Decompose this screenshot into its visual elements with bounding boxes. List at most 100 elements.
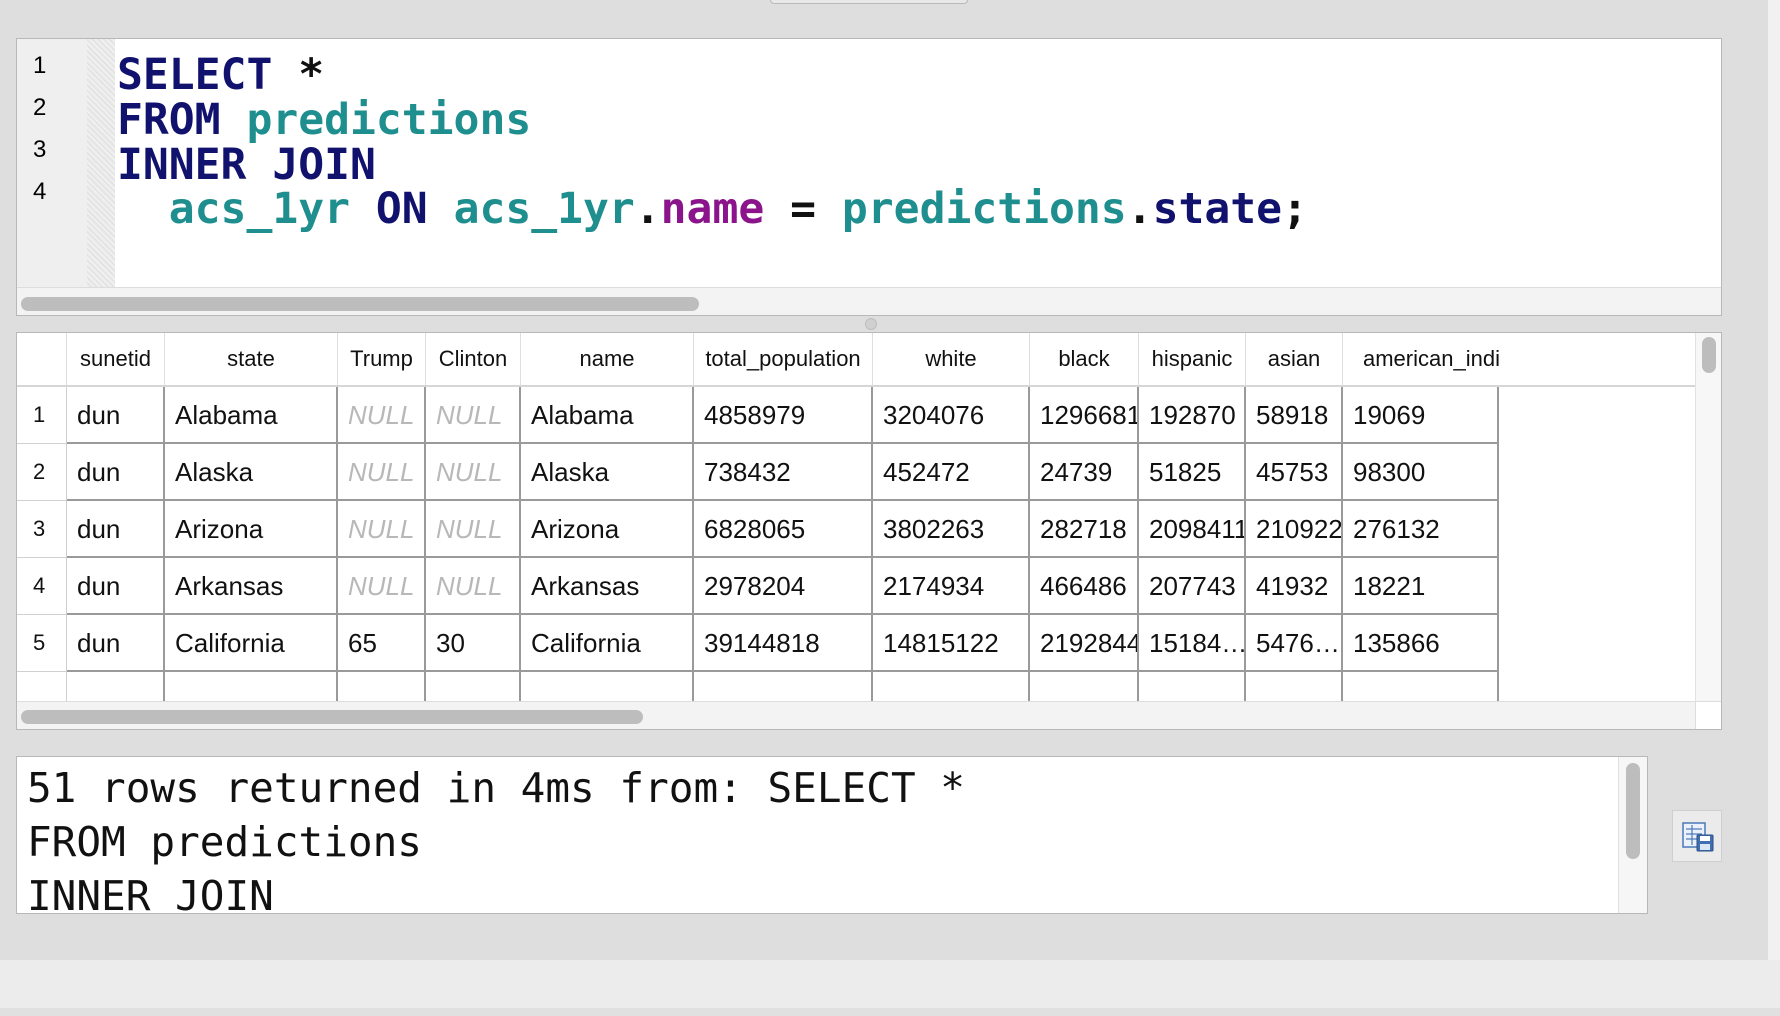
table-cell[interactable]: 2098411 [1139, 501, 1246, 558]
row-number[interactable]: 4 [17, 558, 67, 615]
table-cell[interactable]: 466486 [1030, 558, 1139, 615]
table-cell[interactable]: dun [67, 387, 165, 444]
table-cell[interactable]: 39144818 [694, 615, 873, 672]
table-cell[interactable]: 738432 [694, 444, 873, 501]
table-cell[interactable] [426, 672, 521, 701]
table-cell[interactable]: 41932 [1246, 558, 1343, 615]
message-scroll-thumb[interactable] [1626, 763, 1640, 859]
table-cell[interactable]: 15184… [1139, 615, 1246, 672]
table-cell[interactable]: Arkansas [165, 558, 338, 615]
column-header-Clinton[interactable]: Clinton [426, 333, 521, 385]
row-number[interactable]: 2 [17, 444, 67, 501]
code-token: state [1152, 184, 1283, 234]
table-cell[interactable]: 18221 [1343, 558, 1499, 615]
table-cell[interactable]: dun [67, 558, 165, 615]
table-cell[interactable]: NULL [426, 501, 521, 558]
table-cell[interactable] [165, 672, 338, 701]
table-cell[interactable]: dun [67, 615, 165, 672]
table-cell[interactable]: NULL [338, 501, 426, 558]
table-cell[interactable]: 19069 [1343, 387, 1499, 444]
code-area[interactable]: SELECT * FROM predictions INNER JOIN acs_1… [117, 39, 1721, 287]
table-cell[interactable] [521, 672, 694, 701]
table-cell[interactable]: 192870 [1139, 387, 1246, 444]
column-header-asian[interactable]: asian [1246, 333, 1343, 385]
table-cell[interactable]: Arizona [165, 501, 338, 558]
column-header-total-population[interactable]: total_population [694, 333, 873, 385]
table-cell[interactable]: 45753 [1246, 444, 1343, 501]
table-cell[interactable]: Arkansas [521, 558, 694, 615]
table-cell[interactable]: dun [67, 501, 165, 558]
editor-scroll-thumb[interactable] [21, 297, 699, 311]
table-cell[interactable]: 2192844 [1030, 615, 1139, 672]
table-cell[interactable]: 207743 [1139, 558, 1246, 615]
table-cell[interactable]: 5476… [1246, 615, 1343, 672]
table-cell[interactable]: Alaska [165, 444, 338, 501]
table-cell[interactable]: Alaska [521, 444, 694, 501]
table-cell[interactable] [67, 672, 165, 701]
table-cell[interactable]: 14815122 [873, 615, 1030, 672]
table-cell[interactable]: 276132 [1343, 501, 1499, 558]
table-cell[interactable]: 2174934 [873, 558, 1030, 615]
grid-horizontal-scrollbar[interactable] [17, 701, 1695, 729]
table-cell[interactable]: NULL [426, 387, 521, 444]
table-cell[interactable]: 4858979 [694, 387, 873, 444]
row-number[interactable]: 1 [17, 387, 67, 444]
table-cell[interactable] [1030, 672, 1139, 701]
table-cell[interactable]: 65 [338, 615, 426, 672]
column-header-hispanic[interactable]: hispanic [1139, 333, 1246, 385]
table-cell[interactable]: 30 [426, 615, 521, 672]
save-results-button[interactable] [1672, 810, 1722, 862]
grid-vertical-scrollbar[interactable] [1695, 333, 1721, 701]
table-cell[interactable]: 282718 [1030, 501, 1139, 558]
table-cell[interactable]: California [165, 615, 338, 672]
top-splitter-tab[interactable] [770, 0, 968, 4]
grid-vscroll-thumb[interactable] [1702, 337, 1716, 373]
table-cell[interactable]: 210922 [1246, 501, 1343, 558]
table-cell[interactable]: dun [67, 444, 165, 501]
results-grid[interactable]: sunetid state Trump Clinton name total_popula… [16, 332, 1722, 730]
table-cell[interactable] [694, 672, 873, 701]
table-cell[interactable]: 1296681 [1030, 387, 1139, 444]
editor-horizontal-scrollbar[interactable] [17, 287, 1721, 315]
column-header-sunetid[interactable]: sunetid [67, 333, 165, 385]
table-cell[interactable]: NULL [338, 558, 426, 615]
table-cell[interactable]: Alabama [165, 387, 338, 444]
row-number[interactable]: 3 [17, 501, 67, 558]
table-cell[interactable] [873, 672, 1030, 701]
grid-hscroll-thumb[interactable] [21, 710, 643, 724]
table-cell[interactable]: 2978204 [694, 558, 873, 615]
message-vertical-scrollbar[interactable] [1618, 757, 1647, 913]
table-cell[interactable]: 24739 [1030, 444, 1139, 501]
table-cell[interactable]: 51825 [1139, 444, 1246, 501]
table-cell[interactable]: 6828065 [694, 501, 873, 558]
column-header-white[interactable]: white [873, 333, 1030, 385]
column-header-name[interactable]: name [521, 333, 694, 385]
row-number[interactable] [17, 672, 67, 701]
row-number[interactable]: 5 [17, 615, 67, 672]
table-cell[interactable]: 452472 [873, 444, 1030, 501]
column-header-black[interactable]: black [1030, 333, 1139, 385]
table-cell[interactable]: 58918 [1246, 387, 1343, 444]
table-cell[interactable]: California [521, 615, 694, 672]
table-cell[interactable]: 135866 [1343, 615, 1499, 672]
table-cell[interactable]: 3204076 [873, 387, 1030, 444]
table-cell[interactable] [1139, 672, 1246, 701]
table-cell[interactable]: 3802263 [873, 501, 1030, 558]
column-header-state[interactable]: state [165, 333, 338, 385]
table-cell[interactable] [1343, 672, 1499, 701]
table-cell[interactable]: NULL [426, 444, 521, 501]
table-cell[interactable] [338, 672, 426, 701]
column-header-american-india[interactable]: american_india [1343, 333, 1499, 385]
table-cell[interactable]: Alabama [521, 387, 694, 444]
sql-editor[interactable]: 1 2 3 4 SELECT * FROM predictions INNER JO… [16, 38, 1722, 316]
table-cell[interactable]: NULL [338, 387, 426, 444]
pane-splitter-handle[interactable] [865, 318, 877, 330]
table-cell[interactable]: NULL [426, 558, 521, 615]
table-cell[interactable]: Arizona [521, 501, 694, 558]
column-header-Trump[interactable]: Trump [338, 333, 426, 385]
line-number: 3 [33, 136, 47, 163]
table-cell[interactable]: NULL [338, 444, 426, 501]
table-cell[interactable] [1246, 672, 1343, 701]
execution-message-pane[interactable]: 51 rows returned in 4ms from: SELECT * F… [16, 756, 1648, 914]
table-cell[interactable]: 98300 [1343, 444, 1499, 501]
